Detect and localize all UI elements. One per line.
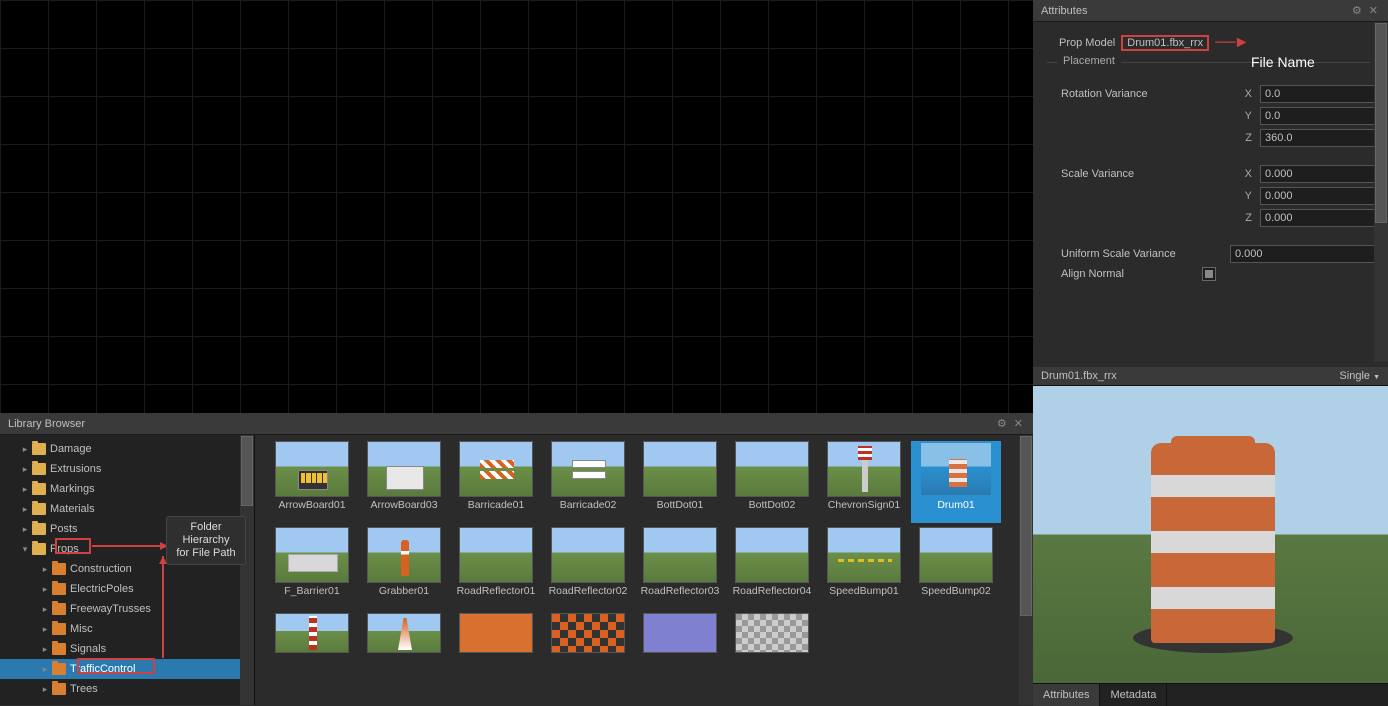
tree-label: Trees [70, 683, 98, 695]
preview-panel: Drum01.fbx_rrx Single ▼ Attributes Metad… [1033, 367, 1388, 706]
thumb-extra5[interactable] [635, 613, 725, 653]
thumb-extra4[interactable] [543, 613, 633, 653]
rotation-z-input[interactable]: ▲▼ [1260, 129, 1370, 147]
gear-icon[interactable]: ⚙ [1350, 5, 1364, 17]
thumb-speedbump02[interactable]: SpeedBump02 [911, 527, 1001, 609]
thumb-arrowboard03[interactable]: ArrowBoard03 [359, 441, 449, 523]
preview-viewport[interactable] [1033, 386, 1388, 683]
thumb-roadreflector02[interactable]: RoadReflector02 [543, 527, 633, 609]
tree-label: FreewayTrusses [70, 603, 151, 615]
viewport-3d[interactable] [0, 0, 1033, 413]
attributes-panel: Attributes ⚙ ✕ Prop Model Drum01.fbx_rrx… [1033, 0, 1388, 367]
preview-title: Drum01.fbx_rrx [1041, 370, 1117, 382]
close-icon[interactable]: ✕ [1012, 418, 1025, 430]
gear-icon[interactable]: ⚙ [995, 418, 1009, 430]
tree-label: Construction [70, 563, 132, 575]
library-title: Library Browser [8, 418, 85, 430]
tree-item-signals[interactable]: ▸Signals [0, 639, 254, 659]
placement-label: Placement [1057, 55, 1121, 67]
thumb-extra3[interactable] [451, 613, 541, 653]
tree-label: Signals [70, 643, 106, 655]
tree-item-damage[interactable]: ▸Damage [0, 439, 254, 459]
attributes-scrollbar[interactable] [1374, 22, 1388, 362]
thumb-bottdot02[interactable]: BottDot02 [727, 441, 817, 523]
uniform-scale-label: Uniform Scale Variance [1047, 248, 1177, 260]
prop-model-label: Prop Model [1059, 37, 1115, 49]
scale-x-input[interactable]: ▲▼ [1260, 165, 1370, 183]
tree-item-markings[interactable]: ▸Markings [0, 479, 254, 499]
thumb-extra1[interactable] [267, 613, 357, 653]
tree-label: Misc [70, 623, 93, 635]
thumb-roadreflector01[interactable]: RoadReflector01 [451, 527, 541, 609]
align-normal-checkbox[interactable] [1202, 267, 1216, 281]
annotation-props-box [55, 538, 91, 554]
rotation-variance-label: Rotation Variance [1047, 88, 1167, 100]
tree-item-misc[interactable]: ▸Misc [0, 619, 254, 639]
thumb-extra6[interactable] [727, 613, 817, 653]
preview-header: Drum01.fbx_rrx Single ▼ [1033, 367, 1388, 386]
content-scrollbar[interactable] [1019, 435, 1033, 705]
rotation-x-input[interactable]: ▲▼ [1260, 85, 1370, 103]
thumb-extra2[interactable] [359, 613, 449, 653]
thumb-barricade01[interactable]: Barricade01 [451, 441, 541, 523]
preview-mode[interactable]: Single ▼ [1339, 370, 1380, 382]
tree-item-trees[interactable]: ▸Trees [0, 679, 254, 699]
thumb-roadreflector03[interactable]: RoadReflector03 [635, 527, 725, 609]
uniform-scale-input[interactable]: ▲▼ [1230, 245, 1370, 263]
thumb-roadreflector04[interactable]: RoadReflector04 [727, 527, 817, 609]
library-header: Library Browser ⚙ ✕ [0, 413, 1033, 435]
thumb-drum01[interactable]: Drum01 [911, 441, 1001, 523]
tree-scrollbar[interactable] [240, 435, 254, 705]
library-content: ArrowBoard01 ArrowBoard03 Barricade01 Ba… [255, 435, 1033, 705]
attributes-title: Attributes [1041, 5, 1087, 17]
tree-item-freewaytrusses[interactable]: ▸FreewayTrusses [0, 599, 254, 619]
tree-label: Damage [50, 443, 92, 455]
preview-tabs: Attributes Metadata [1033, 683, 1388, 706]
attributes-header: Attributes ⚙ ✕ [1033, 0, 1388, 22]
tree-label: Materials [50, 503, 95, 515]
rotation-y-input[interactable]: ▲▼ [1260, 107, 1370, 125]
thumb-fbarrier01[interactable]: F_Barrier01 [267, 527, 357, 609]
align-normal-label: Align Normal [1047, 268, 1177, 280]
close-icon[interactable]: ✕ [1367, 5, 1380, 17]
thumb-bottdot01[interactable]: BottDot01 [635, 441, 725, 523]
annotation-trafficcontrol-box [77, 658, 155, 674]
scale-y-input[interactable]: ▲▼ [1260, 187, 1370, 205]
prop-model-value: Drum01.fbx_rrx [1121, 35, 1209, 51]
scale-z-input[interactable]: ▲▼ [1260, 209, 1370, 227]
tree-label: Markings [50, 483, 95, 495]
thumb-barricade02[interactable]: Barricade02 [543, 441, 633, 523]
thumb-speedbump01[interactable]: SpeedBump01 [819, 527, 909, 609]
tree-label: Extrusions [50, 463, 101, 475]
tree-label: Posts [50, 523, 78, 535]
tab-metadata[interactable]: Metadata [1100, 684, 1167, 706]
thumb-arrowboard01[interactable]: ArrowBoard01 [267, 441, 357, 523]
scale-variance-label: Scale Variance [1047, 168, 1167, 180]
tree-item-electricpoles[interactable]: ▸ElectricPoles [0, 579, 254, 599]
tree-label: ElectricPoles [70, 583, 134, 595]
tree-item-extrusions[interactable]: ▸Extrusions [0, 459, 254, 479]
thumb-grabber01[interactable]: Grabber01 [359, 527, 449, 609]
thumb-chevronsign01[interactable]: ChevronSign01 [819, 441, 909, 523]
annotation-folder-hierarchy: Folder Hierarchy for File Path [166, 516, 246, 565]
tab-attributes[interactable]: Attributes [1033, 684, 1100, 706]
file-name-annotation: File Name [1251, 54, 1315, 70]
